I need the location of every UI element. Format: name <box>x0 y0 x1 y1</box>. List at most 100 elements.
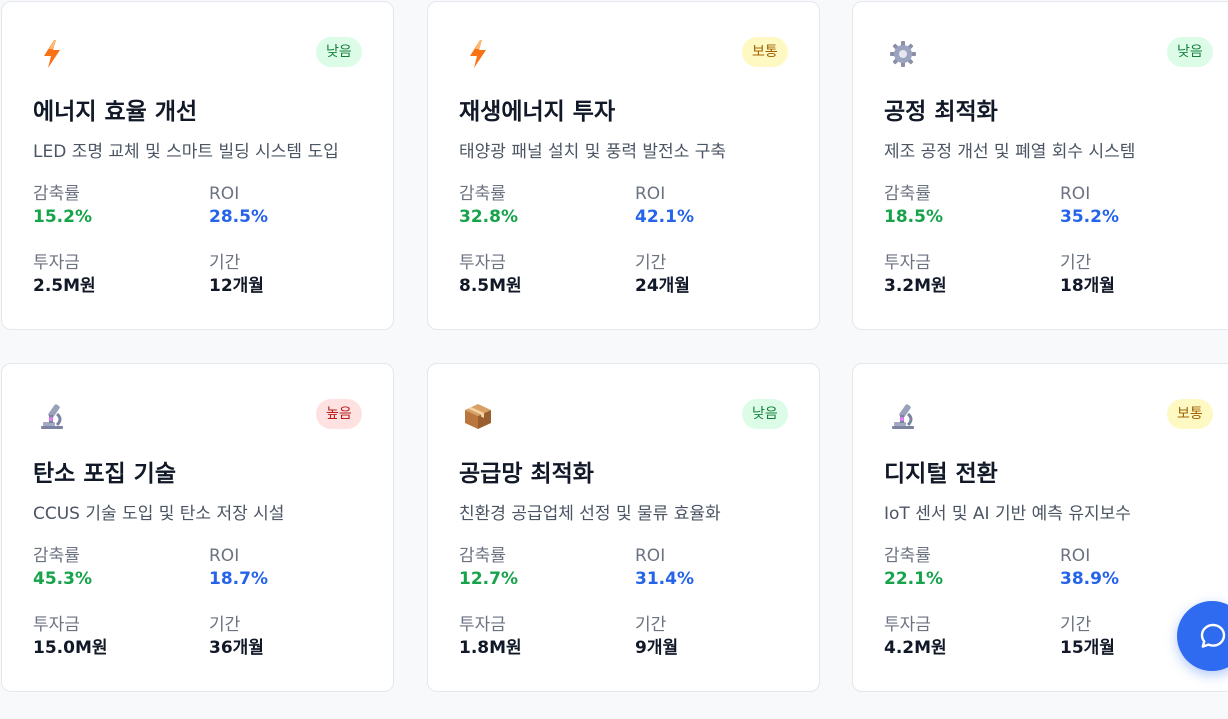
metric-label: 투자금 <box>459 253 506 273</box>
metric-label: 기간 <box>209 253 241 273</box>
metric-label: ROI <box>209 184 240 204</box>
metric-label: 감축률 <box>884 184 931 204</box>
metric-value: 9개월 <box>635 638 679 658</box>
metric-period: 기간 24개월 <box>635 252 690 298</box>
strategy-card-energy-efficiency[interactable]: 낮음 에너지 효율 개선 LED 조명 교체 및 스마트 빌딩 시스템 도입 감… <box>1 1 394 330</box>
metric-roi: ROI 35.2% <box>1060 183 1119 229</box>
metric-label: 투자금 <box>33 253 80 273</box>
metric-period: 기간 36개월 <box>209 614 264 660</box>
metric-investment: 투자금 15.0M원 <box>33 614 108 660</box>
metric-investment: 투자금 3.2M원 <box>884 252 947 298</box>
metric-value: 15개월 <box>1060 638 1115 658</box>
chat-bubble-icon <box>1200 623 1226 648</box>
metric-reduction: 감축률 45.3% <box>33 545 92 591</box>
strategy-card-renewable-energy[interactable]: 보통 재생에너지 투자 태양광 패널 설치 및 풍력 발전소 구축 감축률 32… <box>427 1 820 330</box>
metric-value: 24개월 <box>635 276 690 296</box>
strategy-card-process-optimization[interactable]: 낮음 공정 최적화 제조 공정 개선 및 폐열 회수 시스템 감축률 18.5%… <box>852 1 1228 330</box>
card-description: 제조 공정 개선 및 폐열 회수 시스템 <box>884 142 1136 162</box>
metric-roi: ROI 18.7% <box>209 545 268 591</box>
metric-value: 42.1% <box>635 207 694 227</box>
metric-value: 45.3% <box>33 569 92 589</box>
card-description: 친환경 공급업체 선정 및 물류 효율화 <box>459 504 721 524</box>
metric-value: 38.9% <box>1060 569 1119 589</box>
metric-label: 감축률 <box>33 184 80 204</box>
card-title: 공정 최적화 <box>884 99 998 125</box>
metric-value: 31.4% <box>635 569 694 589</box>
metric-investment: 투자금 1.8M원 <box>459 614 522 660</box>
metric-value: 2.5M원 <box>33 276 96 296</box>
strategy-card-grid: 낮음 에너지 효율 개선 LED 조명 교체 및 스마트 빌딩 시스템 도입 감… <box>0 0 1228 719</box>
microscope-icon <box>887 400 919 432</box>
metric-value: 32.8% <box>459 207 518 227</box>
metric-value: 3.2M원 <box>884 276 947 296</box>
metric-period: 기간 12개월 <box>209 252 264 298</box>
metric-label: ROI <box>1060 546 1091 566</box>
metric-investment: 투자금 8.5M원 <box>459 252 522 298</box>
metric-value: 22.1% <box>884 569 943 589</box>
risk-badge: 낮음 <box>316 37 362 67</box>
metric-label: 투자금 <box>33 615 80 635</box>
metric-label: 기간 <box>209 615 241 635</box>
metric-value: 12.7% <box>459 569 518 589</box>
strategy-card-digital-transformation[interactable]: 보통 디지털 전환 IoT 센서 및 AI 기반 예측 유지보수 감축률 22.… <box>852 363 1228 692</box>
risk-badge: 높음 <box>316 399 362 429</box>
metric-reduction: 감축률 12.7% <box>459 545 518 591</box>
card-title: 디지털 전환 <box>884 461 998 487</box>
metric-investment: 투자금 4.2M원 <box>884 614 947 660</box>
metric-value: 1.8M원 <box>459 638 522 658</box>
metric-value: 8.5M원 <box>459 276 522 296</box>
metric-label: 기간 <box>635 615 667 635</box>
metric-label: ROI <box>635 184 666 204</box>
card-title: 에너지 효율 개선 <box>33 99 198 125</box>
metric-label: 기간 <box>635 253 667 273</box>
metric-label: 감축률 <box>459 546 506 566</box>
metric-investment: 투자금 2.5M원 <box>33 252 96 298</box>
metric-value: 15.2% <box>33 207 92 227</box>
metric-label: 감축률 <box>884 546 931 566</box>
metric-value: 18개월 <box>1060 276 1115 296</box>
risk-badge: 보통 <box>742 37 788 67</box>
metric-label: 기간 <box>1060 253 1092 273</box>
metric-period: 기간 18개월 <box>1060 252 1115 298</box>
metric-roi: ROI 42.1% <box>635 183 694 229</box>
lightning-icon <box>462 38 494 70</box>
package-icon <box>462 400 494 432</box>
metric-value: 36개월 <box>209 638 264 658</box>
metric-label: ROI <box>635 546 666 566</box>
metric-label: ROI <box>209 546 240 566</box>
metric-value: 18.7% <box>209 569 268 589</box>
card-description: LED 조명 교체 및 스마트 빌딩 시스템 도입 <box>33 142 339 162</box>
metric-value: 35.2% <box>1060 207 1119 227</box>
card-title: 탄소 포집 기술 <box>33 461 176 487</box>
strategy-card-supply-chain[interactable]: 낮음 공급망 최적화 친환경 공급업체 선정 및 물류 효율화 감축률 12.7… <box>427 363 820 692</box>
metric-roi: ROI 28.5% <box>209 183 268 229</box>
card-title: 재생에너지 투자 <box>459 99 616 125</box>
card-description: IoT 센서 및 AI 기반 예측 유지보수 <box>884 504 1131 524</box>
metric-roi: ROI 31.4% <box>635 545 694 591</box>
metric-value: 4.2M원 <box>884 638 947 658</box>
gear-icon <box>887 38 919 70</box>
metric-label: 투자금 <box>884 253 931 273</box>
metric-label: ROI <box>1060 184 1091 204</box>
metric-label: 감축률 <box>459 184 506 204</box>
metric-value: 18.5% <box>884 207 943 227</box>
metric-label: 감축률 <box>33 546 80 566</box>
metric-value: 28.5% <box>209 207 268 227</box>
card-description: CCUS 기술 도입 및 탄소 저장 시설 <box>33 504 285 524</box>
metric-label: 기간 <box>1060 615 1092 635</box>
metric-period: 기간 15개월 <box>1060 614 1115 660</box>
metric-reduction: 감축률 18.5% <box>884 183 943 229</box>
risk-badge: 낮음 <box>742 399 788 429</box>
card-title: 공급망 최적화 <box>459 461 594 487</box>
strategy-card-carbon-capture[interactable]: 높음 탄소 포집 기술 CCUS 기술 도입 및 탄소 저장 시설 감축률 45… <box>1 363 394 692</box>
card-description: 태양광 패널 설치 및 풍력 발전소 구축 <box>459 142 727 162</box>
metric-reduction: 감축률 32.8% <box>459 183 518 229</box>
metric-reduction: 감축률 22.1% <box>884 545 943 591</box>
metric-label: 투자금 <box>459 615 506 635</box>
risk-badge: 보통 <box>1167 399 1213 429</box>
metric-value: 12개월 <box>209 276 264 296</box>
metric-value: 15.0M원 <box>33 638 108 658</box>
metric-period: 기간 9개월 <box>635 614 678 660</box>
microscope-icon <box>36 400 68 432</box>
risk-badge: 낮음 <box>1167 37 1213 67</box>
